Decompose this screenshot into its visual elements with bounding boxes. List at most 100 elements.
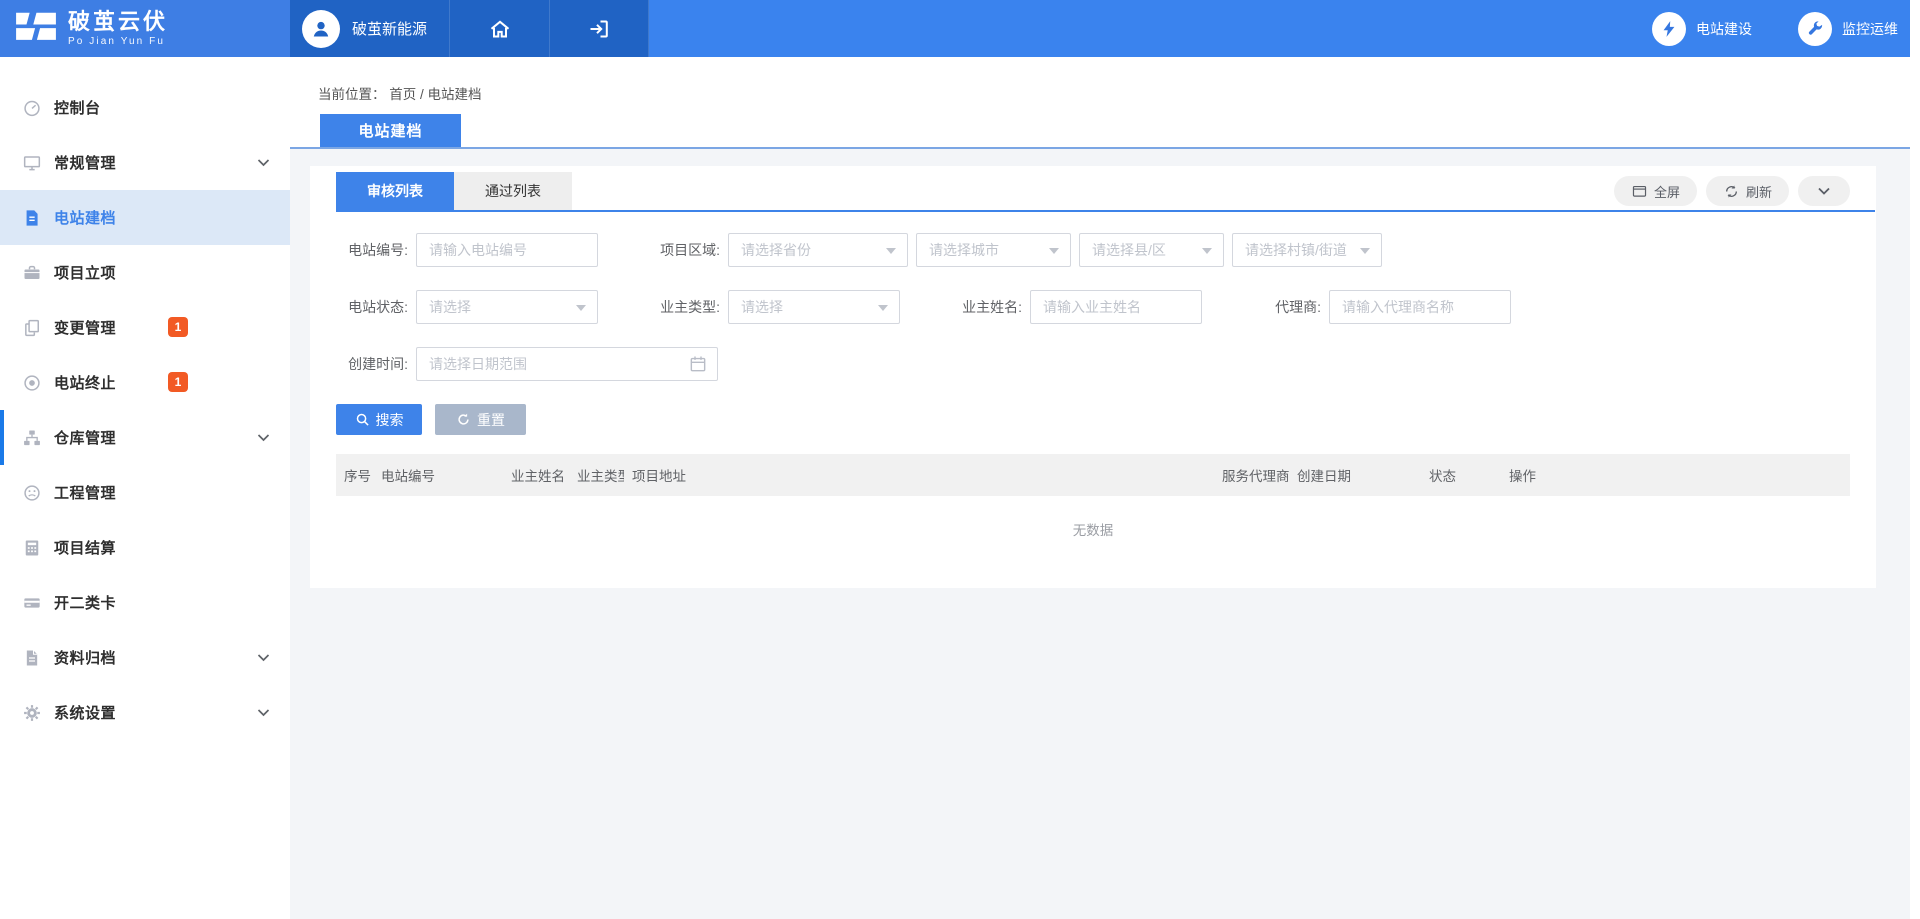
brand-logo: 破茧云伏 Po Jian Yun Fu bbox=[0, 0, 290, 57]
dashboard-icon bbox=[21, 97, 43, 119]
date-range-input[interactable] bbox=[416, 347, 718, 381]
chevron-down-icon bbox=[257, 158, 270, 167]
sidebar-item-console[interactable]: 控制台 bbox=[0, 80, 290, 135]
breadcrumb-path: 首页 / 电站建档 bbox=[389, 87, 481, 102]
station-status-label: 电站状态: bbox=[336, 297, 408, 317]
home-button[interactable] bbox=[450, 0, 550, 57]
caret-down-icon bbox=[878, 305, 888, 311]
col-project-address: 项目地址 bbox=[624, 465, 1214, 485]
results-table: 序号 电站编号 业主姓名 业主类型 项目地址 服务代理商 创建日期 状态 操作 … bbox=[336, 454, 1850, 562]
avatar-icon bbox=[302, 10, 340, 48]
file-archive-icon bbox=[21, 647, 43, 669]
reset-button[interactable]: 重置 bbox=[435, 404, 526, 435]
search-icon bbox=[355, 412, 370, 427]
briefcase-icon bbox=[21, 262, 43, 284]
owner-type-select[interactable]: 请选择 bbox=[728, 290, 900, 324]
sidebar-item-station-filing[interactable]: 电站建档 bbox=[0, 190, 290, 245]
col-station-no: 电站编号 bbox=[373, 465, 503, 485]
caret-down-icon bbox=[1049, 248, 1059, 254]
sitemap-icon bbox=[21, 427, 43, 449]
header-spacer bbox=[649, 0, 1652, 57]
copy-pages-icon bbox=[21, 317, 43, 339]
station-filing-panel: 审核列表 通过列表 全屏 bbox=[310, 166, 1876, 588]
bolt-icon bbox=[1652, 12, 1686, 46]
badge-station-termination: 1 bbox=[168, 372, 188, 392]
station-no-input[interactable] bbox=[416, 233, 598, 267]
city-select[interactable]: 请选择城市 bbox=[916, 233, 1071, 267]
filter-form: 电站编号: 项目区域: 请选择省份 请选择城市 bbox=[336, 212, 1850, 435]
caret-down-icon bbox=[576, 305, 586, 311]
col-actions: 操作 bbox=[1501, 465, 1850, 485]
sidebar-item-system-settings[interactable]: 系统设置 bbox=[0, 685, 290, 740]
sidebar-item-change-mgmt[interactable]: 变更管理 1 bbox=[0, 300, 290, 355]
region-selects: 请选择省份 请选择城市 请选择县/区 请选择村镇/街道 bbox=[728, 233, 1382, 267]
sidebar: 控制台 常规管理 电站建档 项目立项 bbox=[0, 57, 290, 919]
caret-down-icon bbox=[1202, 248, 1212, 254]
province-select[interactable]: 请选择省份 bbox=[728, 233, 908, 267]
county-select[interactable]: 请选择县/区 bbox=[1079, 233, 1224, 267]
sidebar-item-engineering-mgmt[interactable]: 工程管理 bbox=[0, 465, 290, 520]
brand-logo-icon bbox=[14, 10, 58, 48]
agent-input[interactable] bbox=[1329, 290, 1511, 324]
station-no-label: 电站编号: bbox=[336, 240, 408, 260]
page-scrollbar[interactable] bbox=[1910, 0, 1920, 919]
monitor-icon bbox=[21, 152, 43, 174]
col-status: 状态 bbox=[1421, 465, 1501, 485]
caret-down-icon bbox=[886, 248, 896, 254]
content-area: 审核列表 通过列表 全屏 bbox=[290, 149, 1920, 588]
chevron-down-icon bbox=[257, 433, 270, 442]
sidebar-item-warehouse-mgmt[interactable]: 仓库管理 bbox=[0, 410, 290, 465]
col-created-date: 创建日期 bbox=[1289, 465, 1421, 485]
gauge-cluster-icon bbox=[21, 482, 43, 504]
col-owner-name: 业主姓名 bbox=[503, 465, 569, 485]
owner-name-input[interactable] bbox=[1030, 290, 1202, 324]
sidebar-item-station-termination[interactable]: 电站终止 1 bbox=[0, 355, 290, 410]
user-menu[interactable]: 破茧新能源 bbox=[290, 0, 450, 57]
nav-monitor-ops-label: 监控运维 bbox=[1842, 19, 1898, 39]
gear-icon bbox=[21, 702, 43, 724]
page-tab-station-filing[interactable]: 电站建档 bbox=[320, 114, 461, 147]
brand-subtitle: Po Jian Yun Fu bbox=[68, 37, 168, 47]
wrench-icon bbox=[1798, 12, 1832, 46]
sidebar-item-data-archive[interactable]: 资料归档 bbox=[0, 630, 290, 685]
header-mode-switch: 电站建设 监控运维 bbox=[1652, 0, 1920, 57]
main-area: 当前位置： 首页 / 电站建档 电站建档 审核列表 通过列表 全屏 bbox=[290, 57, 1920, 919]
fullscreen-icon bbox=[1631, 183, 1648, 200]
created-time-label: 创建时间: bbox=[336, 354, 408, 374]
breadcrumb-prefix: 当前位置： bbox=[318, 87, 386, 102]
tab-passed-list[interactable]: 通过列表 bbox=[454, 172, 572, 210]
nav-monitor-ops[interactable]: 监控运维 bbox=[1798, 12, 1898, 46]
nav-station-build[interactable]: 电站建设 bbox=[1652, 12, 1752, 46]
refresh-icon bbox=[1723, 183, 1740, 200]
town-select[interactable]: 请选择村镇/街道 bbox=[1232, 233, 1382, 267]
home-icon bbox=[488, 17, 512, 41]
station-status-select[interactable]: 请选择 bbox=[416, 290, 598, 324]
col-index: 序号 bbox=[336, 465, 373, 485]
sidebar-item-open-card[interactable]: 开二类卡 bbox=[0, 575, 290, 630]
collapse-filters-button[interactable] bbox=[1798, 176, 1850, 206]
bank-card-icon bbox=[21, 592, 43, 614]
logout-button[interactable] bbox=[550, 0, 649, 57]
empty-state: 无数据 bbox=[336, 496, 1850, 562]
sidebar-item-general-mgmt[interactable]: 常规管理 bbox=[0, 135, 290, 190]
chevron-down-icon bbox=[1817, 186, 1831, 196]
search-button[interactable]: 搜索 bbox=[336, 404, 422, 435]
logout-icon bbox=[587, 17, 611, 41]
breadcrumb: 当前位置： 首页 / 电站建档 bbox=[318, 83, 482, 103]
nav-station-build-label: 电站建设 bbox=[1696, 19, 1752, 39]
col-service-agent: 服务代理商 bbox=[1214, 465, 1289, 485]
owner-name-label: 业主姓名: bbox=[950, 297, 1022, 317]
caret-down-icon bbox=[1360, 248, 1370, 254]
tab-review-list[interactable]: 审核列表 bbox=[336, 172, 454, 210]
fullscreen-button[interactable]: 全屏 bbox=[1614, 176, 1697, 206]
agent-label: 代理商: bbox=[1249, 297, 1321, 317]
date-range-field bbox=[416, 347, 718, 381]
top-header: 破茧云伏 Po Jian Yun Fu 破茧新能源 bbox=[0, 0, 1920, 57]
col-owner-type: 业主类型 bbox=[569, 465, 624, 485]
region-label: 项目区域: bbox=[648, 240, 720, 260]
refresh-button[interactable]: 刷新 bbox=[1706, 176, 1789, 206]
sidebar-item-project-settlement[interactable]: 项目结算 bbox=[0, 520, 290, 575]
form-actions: 搜索 重置 bbox=[336, 404, 1850, 435]
chevron-down-icon bbox=[257, 653, 270, 662]
sidebar-item-project-initiation[interactable]: 项目立项 bbox=[0, 245, 290, 300]
